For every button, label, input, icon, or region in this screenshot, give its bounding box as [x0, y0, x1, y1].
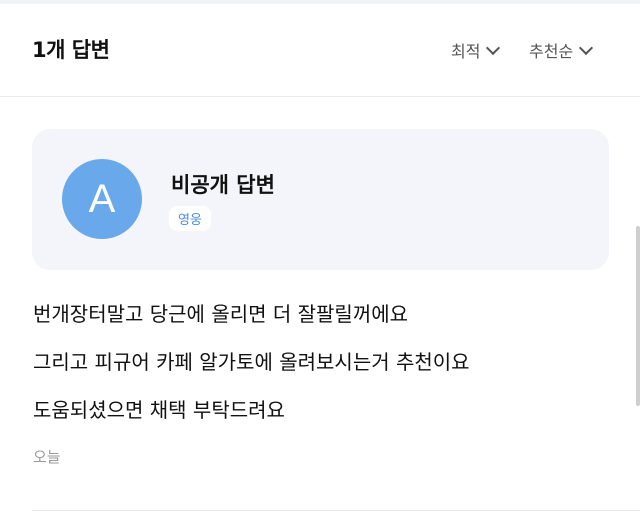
sort-recommended-dropdown[interactable]: 추천순 — [529, 38, 594, 62]
answer-author-card: A 비공개 답변 영웅 — [32, 129, 609, 270]
answer-timestamp: 오늘 — [33, 448, 61, 466]
answer-text-line: 그리고 피규어 카페 알가토에 올려보시는거 추천이요 — [33, 350, 470, 374]
rank-badge: 영웅 — [169, 206, 211, 231]
avatar[interactable]: A — [62, 159, 142, 239]
sort-best-label: 최적 — [451, 42, 481, 61]
author-name: 비공개 답변 — [171, 173, 275, 197]
sort-recommended-label: 추천순 — [529, 42, 574, 61]
answer-text-line: 도움되셨으면 채택 부탁드려요 — [33, 398, 285, 422]
answers-header: 1개 답변 최적 추천순 — [0, 4, 640, 97]
answer-text-line: 번개장터말고 당근에 올리면 더 잘팔릴꺼에요 — [33, 302, 409, 326]
chevron-down-icon — [486, 40, 501, 55]
answer-count-title: 1개 답변 — [32, 38, 110, 62]
sort-best-dropdown[interactable]: 최적 — [451, 38, 501, 62]
bottom-divider — [32, 510, 640, 511]
chevron-down-icon — [579, 40, 594, 55]
scrollbar[interactable] — [636, 226, 640, 406]
